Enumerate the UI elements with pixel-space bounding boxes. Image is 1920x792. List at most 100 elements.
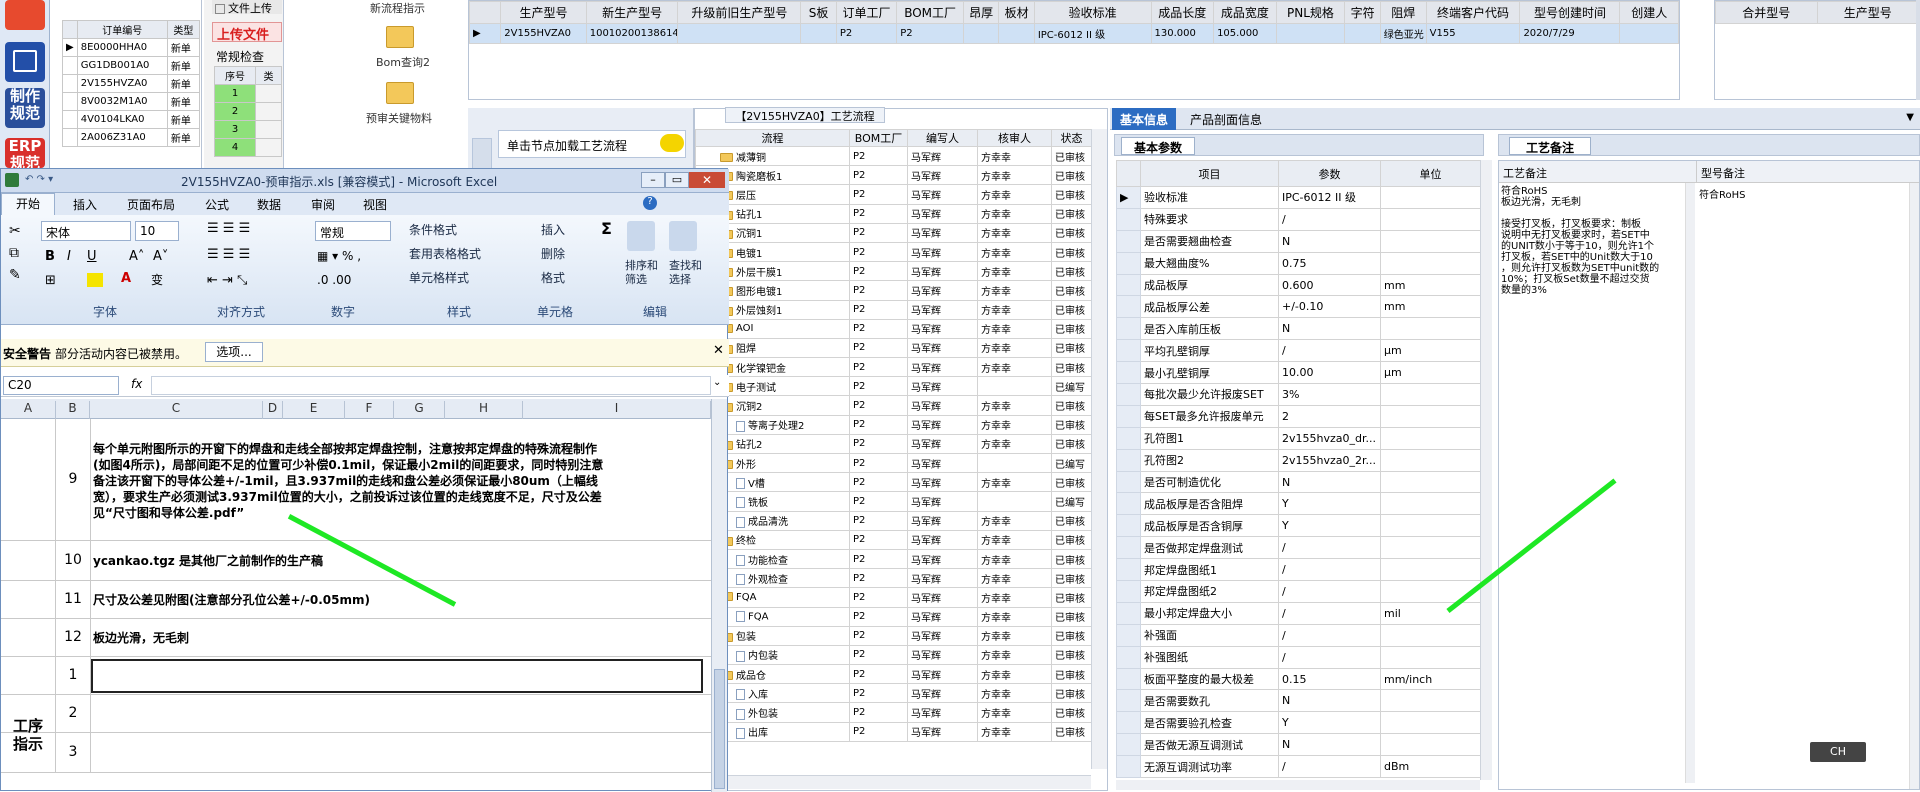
- column-header[interactable]: G: [394, 401, 445, 419]
- grow-font-button[interactable]: A˄: [129, 249, 144, 264]
- tab-view[interactable]: 视图: [363, 196, 387, 213]
- load-flow-button[interactable]: 单击节点加载工艺流程: [498, 130, 686, 158]
- quick-access-icons[interactable]: ↶ ↷ ▾: [25, 174, 53, 185]
- param-value[interactable]: /: [1278, 755, 1381, 779]
- grid-cell[interactable]: 2V155HVZA0: [500, 23, 587, 44]
- order-no[interactable]: GG1DB001A0: [76, 56, 168, 75]
- col-header[interactable]: 成品宽度: [1213, 1, 1277, 24]
- param-row[interactable]: 最大翘曲度% 0.75: [1116, 251, 1481, 275]
- order-row[interactable]: 4V0104LKA0 新单: [62, 110, 201, 129]
- align-top-icon[interactable]: ☰ ☰ ☰: [207, 221, 250, 236]
- param-row[interactable]: 无源互调测试功率 / dBm: [1116, 755, 1481, 779]
- col-writer[interactable]: 编写人: [907, 129, 978, 147]
- order-type[interactable]: 新单: [166, 74, 201, 93]
- process-row[interactable]: 出库 P2 马军辉 方幸幸 已审核: [695, 721, 1092, 742]
- col-type[interactable]: 类型: [166, 20, 201, 39]
- process-row[interactable]: 化学镍钯金 P2 马军辉 方幸幸 已审核: [695, 357, 1092, 378]
- copy-icon[interactable]: ⧉: [9, 245, 19, 261]
- param-row[interactable]: 是否可制造优化 N: [1116, 470, 1481, 494]
- table-format-button[interactable]: 套用表格格式: [409, 245, 481, 262]
- folder-icon[interactable]: [386, 26, 414, 48]
- col-header[interactable]: 板材: [998, 1, 1035, 24]
- process-row[interactable]: 沉铜2 P2 马军辉 方幸幸 已审核: [695, 395, 1092, 416]
- process-row[interactable]: 成品清洗 P2 马军辉 方幸幸 已审核: [695, 510, 1092, 531]
- column-header[interactable]: H: [445, 401, 523, 419]
- param-value[interactable]: 3%: [1278, 383, 1381, 406]
- alert-icon[interactable]: [5, 0, 45, 30]
- process-row[interactable]: 铣板 P2 马军辉 已编写: [695, 491, 1092, 512]
- col-header[interactable]: 终端客户代码: [1425, 1, 1521, 24]
- scrollbar[interactable]: [1916, 0, 1920, 100]
- shrink-font-button[interactable]: A˅: [153, 249, 168, 264]
- param-value[interactable]: Y: [1278, 711, 1381, 735]
- tab-review[interactable]: 审阅: [311, 196, 335, 213]
- param-row[interactable]: 补强图纸 /: [1116, 645, 1481, 669]
- italic-button[interactable]: I: [67, 249, 71, 264]
- decimal-button[interactable]: .0 .00: [317, 273, 351, 287]
- process-row[interactable]: V槽 P2 马军辉 方幸幸 已审核: [695, 472, 1092, 493]
- font-size-select[interactable]: 10: [135, 221, 179, 241]
- process-row[interactable]: 等离子处理2 P2 马军辉 方幸幸 已审核: [695, 414, 1092, 435]
- check-row[interactable]: 2: [213, 102, 282, 121]
- param-value[interactable]: 2v155hvza0_dr...: [1278, 426, 1381, 450]
- param-row[interactable]: 最小邦定焊盘大小 / mil: [1116, 601, 1481, 625]
- col-model-remark[interactable]: 型号备注: [1697, 161, 1919, 183]
- grid-cell[interactable]: V155: [1425, 23, 1521, 44]
- param-value[interactable]: 0.15: [1278, 667, 1381, 691]
- sheet-row[interactable]: 12 板边光滑，无毛刺: [1, 619, 711, 657]
- param-value[interactable]: N: [1278, 733, 1381, 757]
- tab-profile-info[interactable]: 产品剖面信息: [1190, 111, 1262, 128]
- col-header[interactable]: 验收标准: [1033, 1, 1152, 24]
- param-row[interactable]: ▶ 验收标准 IPC-6012 II 级: [1116, 186, 1481, 209]
- grid-cell[interactable]: [1344, 23, 1381, 44]
- param-value[interactable]: Y: [1278, 514, 1381, 538]
- col-header[interactable]: 生产型号: [500, 1, 587, 24]
- process-row[interactable]: 终检 P2 马军辉 方幸幸 已审核: [695, 529, 1092, 550]
- process-row[interactable]: 层压 P2 马军辉 方幸幸 已审核: [695, 184, 1092, 205]
- col-order-no[interactable]: 订单编号: [76, 20, 168, 39]
- param-value[interactable]: /: [1278, 601, 1381, 625]
- process-row[interactable]: 入库 P2 马军辉 方幸幸 已审核: [695, 683, 1092, 704]
- param-value[interactable]: /: [1278, 536, 1381, 560]
- process-row[interactable]: 陶瓷磨板1 P2 马军辉 方幸幸 已审核: [695, 165, 1092, 186]
- format-cell-button[interactable]: 格式: [541, 269, 565, 286]
- file-upload-button[interactable]: 文件上传: [212, 0, 282, 15]
- indent-icon[interactable]: ⇤ ⇥ ⤡: [207, 273, 247, 288]
- check-seq[interactable]: 3: [213, 120, 257, 139]
- find-select-button[interactable]: 查找和 选择: [669, 259, 702, 287]
- order-row[interactable]: 2V155HVZA0 新单: [62, 74, 201, 93]
- order-type[interactable]: 新单: [166, 38, 201, 57]
- process-row[interactable]: 钻孔1 P2 马军辉 方幸幸 已审核: [695, 203, 1092, 224]
- param-value[interactable]: 2v155hvza0_2r...: [1278, 448, 1381, 472]
- param-row[interactable]: 是否做无源互调测试 N: [1116, 733, 1481, 757]
- tab-basic-info[interactable]: 基本信息: [1112, 108, 1177, 130]
- col-header[interactable]: 新生产型号: [585, 1, 679, 24]
- process-row[interactable]: 外形 P2 马军辉 已编写: [695, 452, 1092, 474]
- align-left-icon[interactable]: ☰ ☰ ☰: [207, 247, 250, 262]
- column-header[interactable]: E: [283, 401, 345, 419]
- process-row[interactable]: 图形电镀1 P2 马军辉 方幸幸 已审核: [695, 280, 1092, 301]
- param-row[interactable]: 成品板厚公差 +/-0.10 mm: [1116, 295, 1481, 319]
- scroll-thumb[interactable]: [714, 669, 725, 789]
- font-color-button[interactable]: A: [121, 271, 131, 286]
- sum-icon[interactable]: Σ: [601, 219, 612, 238]
- param-row[interactable]: 是否需要验孔检查 Y: [1116, 711, 1481, 735]
- column-header[interactable]: A: [1, 401, 56, 419]
- tab-home[interactable]: 开始: [1, 193, 55, 215]
- make-spec-button[interactable]: 制作 规范: [5, 88, 45, 128]
- tab-basic-params[interactable]: 基本参数: [1121, 137, 1196, 155]
- param-row[interactable]: 每批次最少允许报废SET 3%: [1116, 383, 1481, 406]
- sheet-row[interactable]: 3: [1, 733, 711, 773]
- order-no[interactable]: 2V155HVZA0: [76, 74, 168, 93]
- format-painter-icon[interactable]: ✎: [9, 267, 21, 283]
- fill-color-icon[interactable]: [87, 273, 103, 287]
- new-flow-link[interactable]: 新流程指示: [370, 0, 425, 16]
- param-value[interactable]: /: [1278, 580, 1381, 603]
- cell-text[interactable]: 每个单元附图所示的开窗下的焊盘和走线全部按邦定焊盘控制，注意按邦定焊盘的特殊流程…: [93, 441, 603, 521]
- sheet-scrollbar[interactable]: [711, 399, 727, 792]
- expand-icon[interactable]: ⌄: [713, 377, 721, 388]
- process-row[interactable]: AOI P2 马军辉 方幸幸 已审核: [695, 318, 1092, 339]
- remark-scrollbar-right[interactable]: [1909, 183, 1919, 789]
- bom-query-link[interactable]: Bom查询2: [376, 54, 430, 70]
- order-type[interactable]: 新单: [166, 92, 201, 111]
